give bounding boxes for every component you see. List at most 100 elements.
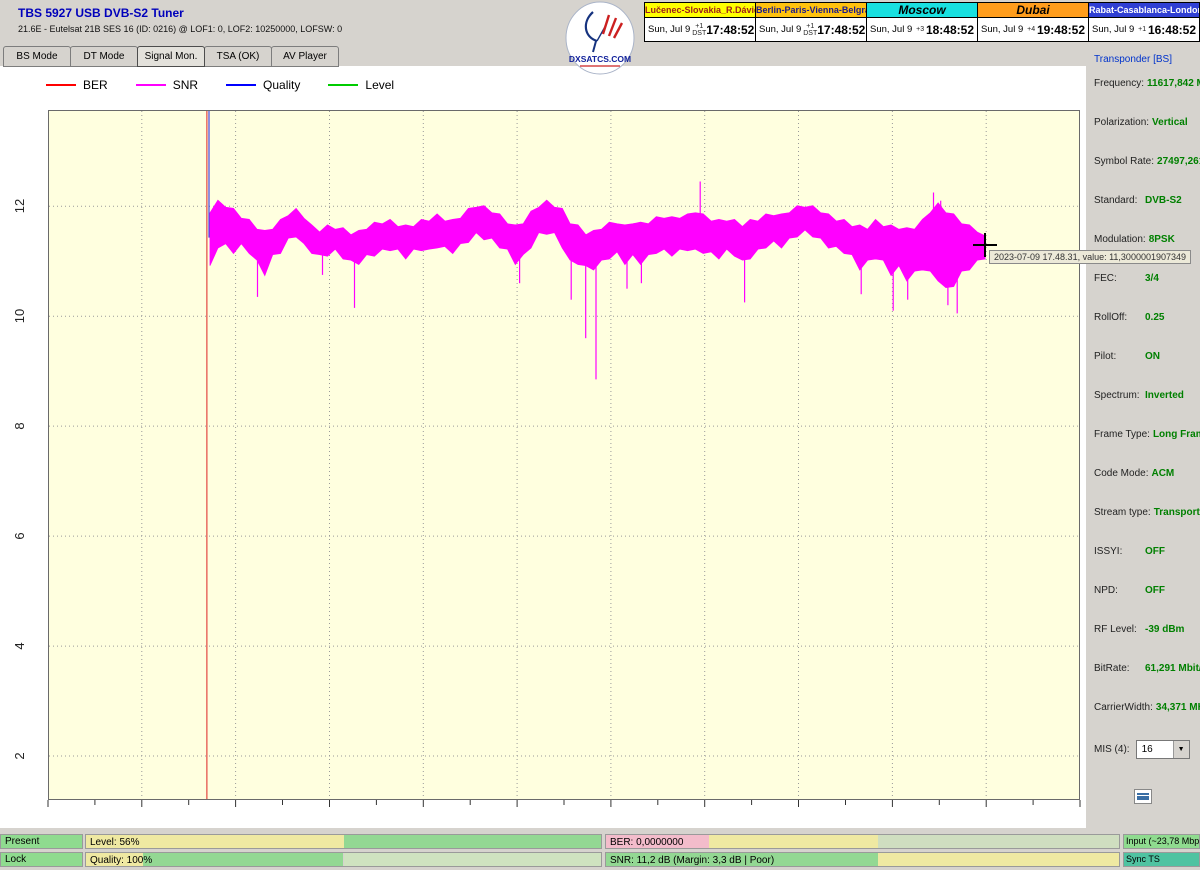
snr-plot[interactable]: 2023-07-09 17.48.31, value: 11,300000190… <box>48 110 1080 817</box>
clock-time: Sun, Jul 9+1DST17:48:52 <box>756 17 866 41</box>
clock-city-label: Lučenec-Slovakia_R.Dávid <box>645 3 755 17</box>
transponder-fields: Frequency:11617,842 MHzPolarization:Vert… <box>1086 77 1200 740</box>
clock-utc-offset: +1 <box>1136 26 1148 33</box>
field-value: 8PSK <box>1149 234 1175 245</box>
progress-level: Level: 56% <box>85 834 602 849</box>
clock-time-value: 17:48:52 <box>706 23 754 37</box>
clock-dubai: Dubai Sun, Jul 9+419:48:52 <box>977 2 1089 42</box>
field-value: Inverted <box>1145 390 1184 401</box>
legend-label: Level <box>365 78 394 92</box>
field-value: ON <box>1145 351 1160 362</box>
field-label: RF Level: <box>1094 624 1142 635</box>
status-present: Present <box>0 834 83 849</box>
progress-segment <box>878 853 1119 866</box>
field-value: Long Frame <box>1153 429 1200 440</box>
field-label: RollOff: <box>1094 312 1142 323</box>
clock-time-value: 19:48:52 <box>1037 23 1085 37</box>
progress-label: BER: 0,0000000 <box>610 836 683 849</box>
status-bar-area: PresentLevel: 56%BER: 0,0000000Input (~2… <box>0 834 1200 870</box>
legend-label: SNR <box>173 78 198 92</box>
progress-segment <box>709 835 878 848</box>
field-label: FEC: <box>1094 273 1142 284</box>
field-label: ISSYI: <box>1094 546 1142 557</box>
legend-item-snr: SNR <box>136 78 198 92</box>
tab-bs-mode[interactable]: BS Mode <box>3 46 71 67</box>
clock-date: Sun, Jul 9 <box>870 24 912 35</box>
progress-snr: SNR: 11,2 dB (Margin: 3,3 dB | Poor) <box>605 852 1120 867</box>
legend-label: BER <box>83 78 108 92</box>
field-value: 61,291 Mbit/s <box>1145 663 1200 674</box>
transponder-panel: Transponder [BS] Frequency:11617,842 MHz… <box>1086 44 1200 828</box>
field-label: Frame Type: <box>1094 429 1150 440</box>
clock-offset: +1DST <box>803 23 817 37</box>
legend-item-ber: BER <box>46 78 108 92</box>
field-pilot: Pilot:ON <box>1086 350 1200 389</box>
clock-dst-flag: DST <box>803 30 817 37</box>
field-value: 34,371 MHz <box>1156 702 1200 713</box>
progress-label: SNR: 11,2 dB (Margin: 3,3 dB | Poor) <box>610 854 774 867</box>
field-stream-type: Stream type:Transport <box>1086 506 1200 545</box>
transponder-title: Transponder [BS] <box>1094 54 1200 65</box>
clock-city-label: Berlin-Paris-Vienna-Belgrade <box>756 3 866 17</box>
clock-lu-enec-slovakia-r-d-vid: Lučenec-Slovakia_R.DávidSun, Jul 9+1DST1… <box>644 2 756 42</box>
tab-av-player[interactable]: AV Player <box>271 46 339 67</box>
progress-segment <box>878 835 1119 848</box>
legend-label: Quality <box>263 78 300 92</box>
clock-time-value: 18:48:52 <box>926 23 974 37</box>
field-value: DVB-S2 <box>1145 195 1182 206</box>
status-row1: PresentLevel: 56%BER: 0,0000000Input (~2… <box>0 834 1200 849</box>
progress-segment <box>344 853 602 866</box>
progress-ber: BER: 0,0000000 <box>605 834 1120 849</box>
tab-signal-mon[interactable]: Signal Mon. <box>137 46 205 67</box>
tab-dt-mode[interactable]: DT Mode <box>70 46 138 67</box>
field-value: 11617,842 MHz <box>1147 78 1200 89</box>
clock-time-value: 16:48:52 <box>1148 23 1196 37</box>
field-npd: NPD:OFF <box>1086 584 1200 623</box>
clock-time: Sun, Jul 9+1DST17:48:52 <box>645 17 755 41</box>
clock-date: Sun, Jul 9 <box>1092 24 1134 35</box>
field-label: Polarization: <box>1094 117 1149 128</box>
mis-value: 16 <box>1137 744 1173 755</box>
field-label: Stream type: <box>1094 507 1151 518</box>
clock-offset: +1 <box>1136 26 1148 33</box>
field-label: Code Mode: <box>1094 468 1148 479</box>
mis-row: MIS (4): 16 ▼ <box>1086 740 1200 759</box>
progress-segment <box>143 853 344 866</box>
field-rolloff: RollOff:0.25 <box>1086 311 1200 350</box>
field-symbol-rate: Symbol Rate:27497,261 KS/s <box>1086 155 1200 194</box>
clock-offset: +4 <box>1025 26 1037 33</box>
window-title: TBS 5927 USB DVB-S2 Tuner <box>18 6 342 20</box>
clock-moscow: Moscow Sun, Jul 9+318:48:52 <box>866 2 978 42</box>
legend-item-quality: Quality <box>226 78 300 92</box>
status-sync-ts: Sync TS <box>1123 852 1200 867</box>
chart-panel: BERSNRQualityLevel 24681012 2023-07-09 1… <box>0 66 1086 828</box>
clock-date: Sun, Jul 9 <box>981 24 1023 35</box>
field-value: 3/4 <box>1145 273 1159 284</box>
clock-city-label: Moscow <box>867 3 977 17</box>
field-label: Standard: <box>1094 195 1142 206</box>
tab-bar: BS ModeDT ModeSignal Mon.TSA (OK)AV Play… <box>4 46 339 67</box>
clock-berlin-paris-vienna-belgrade: Berlin-Paris-Vienna-BelgradeSun, Jul 9+1… <box>755 2 867 42</box>
table-list-button[interactable] <box>1134 789 1152 804</box>
tab-tsa-ok[interactable]: TSA (OK) <box>204 46 272 67</box>
field-label: Frequency: <box>1094 78 1144 89</box>
clock-date: Sun, Jul 9 <box>648 24 690 35</box>
chevron-down-icon[interactable]: ▼ <box>1173 741 1189 758</box>
svg-text:DXSATCS.COM: DXSATCS.COM <box>569 54 631 64</box>
app-window: TBS 5927 USB DVB-S2 Tuner 21.6E - Eutels… <box>0 0 1200 870</box>
field-value: -39 dBm <box>1145 624 1184 635</box>
clock-city-label: Rabat-Casablanca-London <box>1089 3 1199 17</box>
mis-label: MIS (4): <box>1094 744 1130 755</box>
y-tick-4: 4 <box>12 635 34 657</box>
mis-select[interactable]: 16 ▼ <box>1136 740 1190 759</box>
progress-label: Quality: 100% <box>90 854 152 867</box>
field-bitrate: BitRate:61,291 Mbit/s <box>1086 662 1200 701</box>
clock-city-label: Dubai <box>978 3 1088 17</box>
field-frequency: Frequency:11617,842 MHz <box>1086 77 1200 116</box>
field-label: Symbol Rate: <box>1094 156 1154 167</box>
status-row2: LockQuality: 100%SNR: 11,2 dB (Margin: 3… <box>0 852 1200 867</box>
field-label: NPD: <box>1094 585 1142 596</box>
field-spectrum: Spectrum:Inverted <box>1086 389 1200 428</box>
field-code-mode: Code Mode:ACM <box>1086 467 1200 506</box>
clock-offset: +3 <box>914 26 926 33</box>
